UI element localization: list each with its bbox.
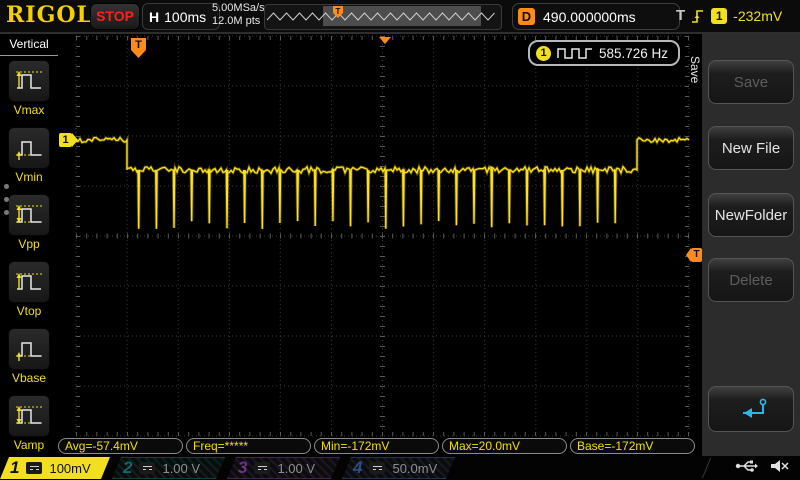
channel-1-coupling-icon [26, 462, 42, 474]
svg-text:T: T [336, 7, 341, 16]
vmin-label: Vmin [15, 170, 43, 184]
menu-item-vamp[interactable]: Vamp [0, 395, 58, 452]
channel-2-coupling-icon [139, 462, 155, 474]
vmax-label: Vmax [13, 103, 45, 117]
status-divider [701, 458, 712, 478]
vbase-button[interactable] [8, 328, 50, 370]
vtop-icon [16, 273, 42, 290]
square-wave-icon [557, 48, 592, 59]
menu-page-indicator [4, 184, 9, 215]
sample-rate: 5.00MSa/s [212, 2, 265, 14]
channel-1-scale: 100mV [49, 460, 91, 476]
measurement-bar: Avg=-57.4mV Freq=***** Min=-172mV Max=20… [58, 438, 702, 456]
vtop-label: Vtop [16, 304, 42, 318]
channel1-level-marker[interactable]: 1 [59, 133, 78, 147]
measurement-avg: Avg=-57.4mV [58, 438, 183, 454]
channel-status-bar: 1 100mV 2 1.00 V 3 1.00 V 4 50.0mV [0, 456, 800, 480]
menu-title: Vertical [0, 32, 58, 56]
vbase-label: Vbase [11, 371, 47, 385]
channel-4-coupling-icon [369, 462, 385, 474]
memory-depth: 12.0M pts [212, 15, 261, 27]
channel-2-number: 2 [123, 458, 133, 477]
acquisition-info: 5.00MSa/s 12.0M pts [212, 2, 265, 28]
vamp-button[interactable] [8, 395, 50, 437]
vpp-button[interactable] [8, 194, 50, 236]
overview-waveform: T [266, 6, 495, 26]
trigger-level-marker[interactable]: T [686, 248, 702, 262]
delay-value: 490.000000ms [543, 8, 636, 25]
channel-2-scale: 1.00 V [162, 460, 201, 476]
run-state-indicator: STOP [90, 3, 140, 30]
delay-readout: D 490.000000ms [512, 3, 680, 30]
system-status-icons [735, 458, 789, 474]
vmin-icon [16, 141, 42, 160]
menu-item-vmin[interactable]: Vmin [0, 127, 58, 184]
timebase-value: 100ms [164, 8, 207, 25]
graticule-and-trace [75, 35, 690, 437]
vtop-button[interactable] [8, 261, 50, 303]
measurement-min: Min=-172mV [314, 438, 439, 454]
menu-item-vbase[interactable]: Vbase [0, 328, 58, 385]
back-button[interactable] [708, 386, 794, 432]
measurement-base: Base=-172mV [570, 438, 695, 454]
return-arrow-icon [743, 398, 767, 418]
graticule-area: T 1 585.726 Hz 1 T Avg=-57.4mV Freq=****… [58, 32, 702, 456]
channel-2-tab[interactable]: 2 1.00 V [112, 457, 225, 479]
vmin-button[interactable] [8, 127, 50, 169]
channel-3-coupling-icon [254, 462, 270, 474]
channel-3-scale: 1.00 V [277, 460, 316, 476]
save-button[interactable]: Save [708, 60, 794, 104]
channel-3-number: 3 [238, 458, 248, 477]
channel-1-number: 1 [10, 458, 20, 477]
h-label: H [149, 8, 160, 25]
trigger-label: T [676, 7, 686, 24]
oscilloscope-screen: RIGOL STOP H 100ms 5.00MSa/s 12.0M pts T… [0, 0, 800, 480]
horizontal-timebase-readout: H 100ms [142, 3, 220, 30]
vamp-label: Vamp [13, 438, 45, 452]
new-folder-button[interactable]: NewFolder [708, 193, 794, 237]
channel-4-number: 4 [353, 458, 363, 477]
rigol-logo: RIGOL [6, 2, 93, 28]
menu-item-vtop[interactable]: Vtop [0, 261, 58, 318]
delay-center-marker[interactable] [379, 37, 391, 44]
softkey-panel: Save New File NewFolder Delete [702, 32, 800, 456]
usb-icon [735, 460, 758, 472]
channel1-marker-label: 1 [59, 133, 72, 147]
counter-value: 585.726 Hz [599, 45, 669, 61]
speaker-muted-icon [771, 460, 789, 472]
channel-3-tab[interactable]: 3 1.00 V [227, 457, 340, 479]
rising-edge-icon [692, 9, 704, 23]
measurement-freq: Freq=***** [186, 438, 311, 454]
counter-channel-badge: 1 [536, 45, 551, 61]
trigger-marker-label: T [691, 248, 702, 262]
vertical-measure-menu: Vertical Vmax Vmin Vpp Vtop Vbase Vamp [0, 32, 58, 456]
measurement-max: Max=20.0mV [442, 438, 567, 454]
delete-button[interactable]: Delete [708, 258, 794, 302]
channel1-marker-arrow [72, 133, 78, 147]
new-file-button[interactable]: New File [708, 126, 794, 170]
menu-item-vmax[interactable]: Vmax [0, 60, 58, 117]
vamp-icon [16, 406, 42, 424]
vpp-icon [16, 205, 42, 223]
vmax-icon [16, 71, 42, 89]
frequency-counter: 1 585.726 Hz [528, 40, 680, 66]
channel-4-tab[interactable]: 4 50.0mV [342, 457, 455, 479]
channel-1-tab[interactable]: 1 100mV [0, 457, 110, 479]
trigger-readout: T 1 -232mV [676, 3, 782, 28]
vpp-label: Vpp [18, 237, 40, 251]
vbase-icon [16, 342, 42, 361]
delay-badge: D [518, 8, 535, 25]
trigger-source-badge: 1 [711, 7, 728, 24]
waveform-overview-bar: T [264, 4, 502, 30]
trigger-level-value: -232mV [733, 7, 783, 24]
header-bar: RIGOL STOP H 100ms 5.00MSa/s 12.0M pts T… [0, 0, 800, 34]
channel-4-scale: 50.0mV [392, 460, 438, 476]
menu-tab-save: Save [688, 56, 702, 84]
vmax-button[interactable] [8, 60, 50, 102]
